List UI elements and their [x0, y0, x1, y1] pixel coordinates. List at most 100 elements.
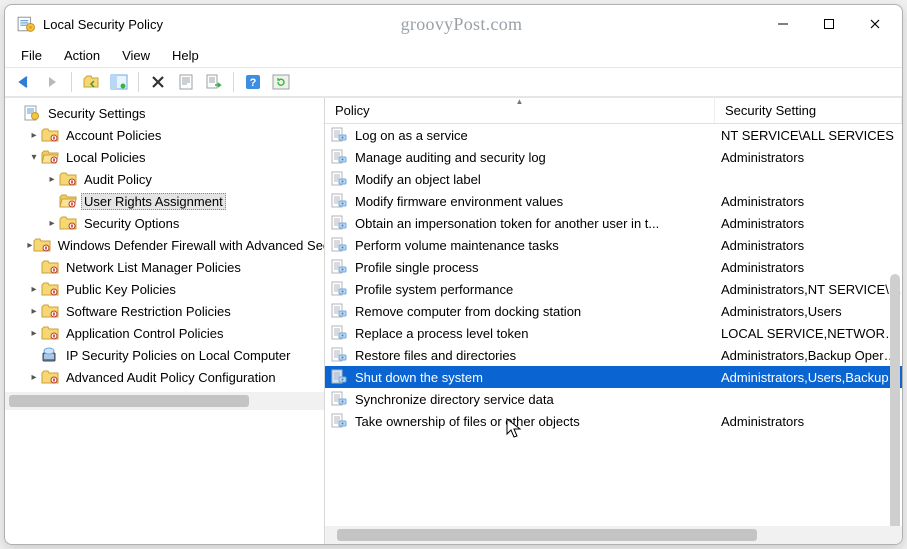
tree-twisty-icon[interactable]: ▸ — [27, 130, 41, 141]
menu-file[interactable]: File — [11, 46, 52, 65]
folder-icon — [41, 127, 59, 143]
policy-setting: Administrators,Backup Operators — [715, 348, 902, 363]
policy-icon — [331, 171, 349, 187]
policy-setting: Administrators — [715, 260, 902, 275]
column-header-setting[interactable]: Security Setting — [715, 98, 902, 123]
policy-row[interactable]: Log on as a serviceNT SERVICE\ALL SERVIC… — [325, 124, 902, 146]
column-header-policy[interactable]: Policy ▲ — [325, 98, 715, 123]
policy-row[interactable]: Shut down the systemAdministrators,Users… — [325, 366, 902, 388]
menu-action[interactable]: Action — [54, 46, 110, 65]
policy-row[interactable]: Take ownership of files or other objects… — [325, 410, 902, 432]
menu-view[interactable]: View — [112, 46, 160, 65]
tree-item-label: Network List Manager Policies — [63, 259, 244, 276]
policy-name: Obtain an impersonation token for anothe… — [355, 216, 659, 231]
policy-name: Shut down the system — [355, 370, 483, 385]
minimize-button[interactable] — [760, 8, 806, 40]
export-button[interactable] — [201, 70, 227, 94]
show-hide-tree-button[interactable] — [106, 70, 132, 94]
tree-twisty-icon[interactable]: ▸ — [45, 174, 59, 185]
tree-item[interactable]: ▸ Security Options — [5, 212, 325, 234]
tree-item[interactable]: IP Security Policies on Local Computer — [5, 344, 325, 366]
tree-twisty-icon[interactable]: ▸ — [27, 372, 41, 383]
tree-item-label: User Rights Assignment — [81, 193, 226, 210]
tree-twisty-icon[interactable]: ▾ — [27, 152, 41, 163]
close-button[interactable] — [852, 8, 898, 40]
maximize-button[interactable] — [806, 8, 852, 40]
policy-icon — [331, 347, 349, 363]
policy-row[interactable]: Replace a process level tokenLOCAL SERVI… — [325, 322, 902, 344]
tree-item-label: Public Key Policies — [63, 281, 179, 298]
policy-icon — [331, 259, 349, 275]
folder-icon — [41, 259, 59, 275]
refresh-button[interactable] — [268, 70, 294, 94]
toolbar: ? — [5, 67, 902, 97]
policy-row[interactable]: Profile single process Administrators — [325, 256, 902, 278]
policy-name: Take ownership of files or other objects — [355, 414, 580, 429]
system-buttons — [760, 8, 898, 40]
forward-button[interactable] — [39, 70, 65, 94]
up-button[interactable] — [78, 70, 104, 94]
help-button[interactable]: ? — [240, 70, 266, 94]
app-icon — [17, 15, 35, 33]
tree-item[interactable]: User Rights Assignment — [5, 190, 325, 212]
tree-item[interactable]: ▾ Local Policies — [5, 146, 325, 168]
tree-twisty-icon[interactable]: ▸ — [27, 306, 41, 317]
policy-row[interactable]: Modify firmware environment valuesAdmini… — [325, 190, 902, 212]
folder-icon — [59, 171, 77, 187]
tree-pane[interactable]: Security Settings ▸Account Policies ▾ Local… — [5, 98, 325, 544]
policy-row[interactable]: Restore files and directories Administrat… — [325, 344, 902, 366]
toolbar-separator — [71, 72, 72, 92]
list-vscrollbar[interactable] — [890, 274, 900, 526]
tree-item[interactable]: ▸Audit Policy — [5, 168, 325, 190]
policy-row[interactable]: Manage auditing and security log Administ… — [325, 146, 902, 168]
tree-item[interactable]: ▸Windows Defender Firewall with Advanced… — [5, 234, 325, 256]
titlebar[interactable]: Local Security Policy groovyPost.com — [5, 5, 902, 43]
policy-name: Restore files and directories — [355, 348, 516, 363]
toolbar-separator — [233, 72, 234, 92]
policy-setting: Administrators — [715, 150, 902, 165]
tree-item[interactable]: Network List Manager Policies — [5, 256, 325, 278]
policy-name: Manage auditing and security log — [355, 150, 546, 165]
policy-row[interactable]: Obtain an impersonation token for anothe… — [325, 212, 902, 234]
policy-icon — [331, 369, 349, 385]
tree-twisty-icon[interactable]: ▸ — [27, 284, 41, 295]
column-header-policy-label: Policy — [335, 103, 370, 118]
tree-twisty-icon[interactable]: ▸ — [45, 218, 59, 229]
policy-row[interactable]: Synchronize directory service data — [325, 388, 902, 410]
list-pane: Policy ▲ Security Setting Log on as a se… — [325, 98, 902, 544]
tree-item[interactable]: ▸ Public Key Policies — [5, 278, 325, 300]
policy-icon — [331, 391, 349, 407]
policy-icon — [331, 303, 349, 319]
tree-hscrollbar[interactable] — [5, 392, 324, 410]
list-hscrollbar[interactable] — [325, 526, 902, 544]
tree-item[interactable]: ▸ Software Restriction Policies — [5, 300, 325, 322]
policy-setting: NT SERVICE\ALL SERVICES — [715, 128, 902, 143]
policy-row[interactable]: Perform volume maintenance tasksAdminist… — [325, 234, 902, 256]
tree-item-label: Security Settings — [45, 105, 149, 122]
policy-row[interactable]: Remove computer from docking stationAdmi… — [325, 300, 902, 322]
policy-name: Synchronize directory service data — [355, 392, 554, 407]
tree-twisty-icon[interactable]: ▸ — [27, 328, 41, 339]
tree-item-label: Security Options — [81, 215, 182, 232]
policy-icon — [331, 149, 349, 165]
tree-item[interactable]: ▸Account Policies — [5, 124, 325, 146]
tree-root-security-settings[interactable]: Security Settings — [5, 102, 325, 124]
tree-item[interactable]: ▸Advanced Audit Policy Configuration — [5, 366, 325, 388]
folder-icon — [41, 369, 59, 385]
policy-setting: Administrators,Users — [715, 304, 902, 319]
properties-button[interactable] — [173, 70, 199, 94]
back-button[interactable] — [11, 70, 37, 94]
delete-button[interactable] — [145, 70, 171, 94]
policy-row[interactable]: Modify an object label — [325, 168, 902, 190]
policy-name: Replace a process level token — [355, 326, 528, 341]
policy-row[interactable]: Profile system performanceAdministrators… — [325, 278, 902, 300]
tree-item-label: Software Restriction Policies — [63, 303, 234, 320]
policy-name: Perform volume maintenance tasks — [355, 238, 559, 253]
menu-help[interactable]: Help — [162, 46, 209, 65]
tree-item[interactable]: ▸Application Control Policies — [5, 322, 325, 344]
menubar: File Action View Help — [5, 43, 902, 67]
folder-icon — [41, 325, 59, 341]
policy-name: Profile single process — [355, 260, 479, 275]
tree-item-label: Local Policies — [63, 149, 149, 166]
list-body[interactable]: Log on as a serviceNT SERVICE\ALL SERVIC… — [325, 124, 902, 526]
